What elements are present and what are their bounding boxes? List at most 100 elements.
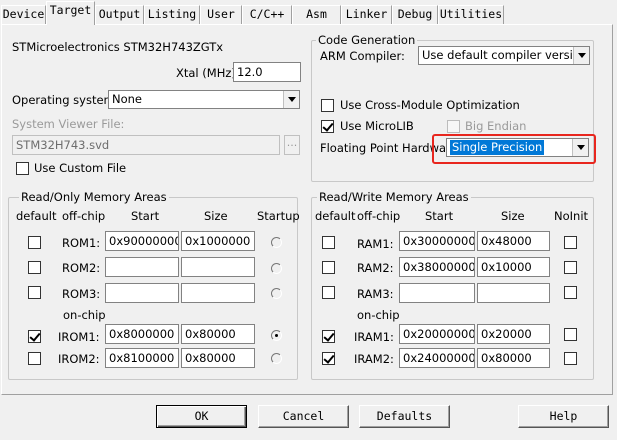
ram3-label: RAM3: <box>357 287 394 301</box>
compiler-label: ARM Compiler: <box>320 49 405 63</box>
cross-module-label: Use Cross-Module Optimization <box>340 98 520 112</box>
ro-header-default: default <box>16 209 57 223</box>
rom1-default-checkbox[interactable] <box>28 236 41 249</box>
rom2-start-input[interactable] <box>105 257 179 277</box>
device-name: STMicroelectronics STM32H743ZGTx <box>12 40 224 54</box>
rom1-startup-radio[interactable] <box>271 237 282 248</box>
rw-header-start: Start <box>425 209 454 223</box>
tab-debug[interactable]: Debug <box>392 5 438 24</box>
rom2-default-checkbox[interactable] <box>28 261 41 274</box>
irom1-startup-radio[interactable] <box>271 330 282 341</box>
chevron-down-icon[interactable] <box>283 91 299 108</box>
rw-header-offchip: off-chip <box>357 209 401 223</box>
irom2-start-input[interactable]: 0x8100000 <box>105 348 179 368</box>
rom3-startup-radio[interactable] <box>271 288 282 299</box>
svd-browse-button: ... <box>284 135 300 155</box>
iram2-default-checkbox[interactable] <box>322 352 335 365</box>
xtal-input[interactable]: 12.0 <box>233 62 301 82</box>
iram2-noinit-checkbox[interactable] <box>564 352 577 365</box>
rom3-start-input[interactable] <box>105 283 179 303</box>
irom1-label: IROM1: <box>58 330 100 344</box>
ram1-noinit-checkbox[interactable] <box>564 236 577 249</box>
iram2-start-input[interactable]: 0x24000000 <box>399 348 475 368</box>
ram2-noinit-checkbox[interactable] <box>564 261 577 274</box>
rw-header-default: default <box>315 209 356 223</box>
cross-module-checkbox[interactable] <box>321 99 334 112</box>
irom2-label: IROM2: <box>58 352 100 366</box>
svd-label: System Viewer File: <box>12 117 125 131</box>
ro-header-startup: Startup <box>257 209 300 223</box>
iram2-size-input[interactable]: 0x80000 <box>477 348 550 368</box>
tab-asm[interactable]: Asm <box>292 5 341 24</box>
ram2-start-input[interactable]: 0x38000000 <box>399 257 475 277</box>
iram1-size-input[interactable]: 0x20000 <box>477 324 550 344</box>
iram1-default-checkbox[interactable] <box>322 330 335 343</box>
chevron-down-icon[interactable] <box>573 47 589 64</box>
ram1-start-input[interactable]: 0x30000000 <box>399 231 475 251</box>
rom3-default-checkbox[interactable] <box>28 286 41 299</box>
rom1-size-input[interactable]: 0x1000000 <box>181 231 255 251</box>
tab-device[interactable]: Device <box>1 5 46 24</box>
ram1-default-checkbox[interactable] <box>322 236 335 249</box>
rw-header-size: Size <box>501 209 525 223</box>
microlib-label: Use MicroLIB <box>340 119 414 133</box>
irom2-startup-radio[interactable] <box>271 353 282 364</box>
rom3-label: ROM3: <box>62 287 101 301</box>
tab-output[interactable]: Output <box>95 5 144 24</box>
os-select[interactable]: None <box>108 90 300 109</box>
ram3-start-input[interactable] <box>399 283 475 303</box>
tab-user[interactable]: User <box>200 5 242 24</box>
iram1-start-input[interactable]: 0x20000000 <box>399 324 475 344</box>
irom1-default-checkbox[interactable] <box>28 330 41 343</box>
irom2-size-input[interactable]: 0x80000 <box>181 348 255 368</box>
rom1-label: ROM1: <box>62 236 101 250</box>
tab-linker[interactable]: Linker <box>341 5 392 24</box>
irom1-size-input[interactable]: 0x80000 <box>181 324 255 344</box>
os-label: Operating system: <box>12 93 119 107</box>
highlight-box <box>432 134 596 164</box>
use-custom-file-label: Use Custom File <box>34 161 127 175</box>
tab-listing[interactable]: Listing <box>144 5 200 24</box>
help-button[interactable]: Help <box>518 405 609 428</box>
rw-onchip-label: on-chip <box>357 308 400 322</box>
tab-bar: Device Target Output Listing User C/C++ … <box>0 0 617 25</box>
iram2-label: IRAM2: <box>354 352 394 366</box>
rom1-start-input[interactable]: 0x90000000 <box>105 231 179 251</box>
microlib-checkbox[interactable] <box>321 120 334 133</box>
xtal-label: Xtal (MHz): <box>176 66 240 80</box>
defaults-button[interactable]: Defaults <box>359 405 450 428</box>
use-custom-file-checkbox[interactable] <box>16 162 29 175</box>
ram3-default-checkbox[interactable] <box>322 286 335 299</box>
compiler-select[interactable]: Use default compiler version 5 <box>418 46 590 65</box>
ram2-default-checkbox[interactable] <box>322 261 335 274</box>
os-value: None <box>112 92 143 106</box>
rom2-label: ROM2: <box>62 261 101 275</box>
ro-memory-title: Read/Only Memory Areas <box>19 190 169 204</box>
big-endian-label: Big Endian <box>465 119 527 133</box>
ram3-size-input[interactable] <box>477 283 550 303</box>
compiler-value: Use default compiler version 5 <box>422 48 590 62</box>
iram1-label: IRAM1: <box>354 330 394 344</box>
rom2-startup-radio[interactable] <box>271 263 282 274</box>
rw-header-noinit: NoInit <box>554 209 589 223</box>
ram2-label: RAM2: <box>357 261 394 275</box>
iram1-noinit-checkbox[interactable] <box>564 328 577 341</box>
ro-header-offchip: off-chip <box>62 209 106 223</box>
svd-input: STM32H743.svd <box>12 135 280 155</box>
code-generation-title: Code Generation <box>316 33 418 47</box>
rom2-size-input[interactable] <box>181 257 255 277</box>
ram2-size-input[interactable]: 0x10000 <box>477 257 550 277</box>
irom2-default-checkbox[interactable] <box>28 352 41 365</box>
ram1-label: RAM1: <box>357 237 394 251</box>
tab-utilities[interactable]: Utilities <box>438 5 504 24</box>
ram1-size-input[interactable]: 0x48000 <box>477 231 550 251</box>
ram3-noinit-checkbox[interactable] <box>564 286 577 299</box>
ro-onchip-label: on-chip <box>63 308 106 322</box>
irom1-start-input[interactable]: 0x8000000 <box>105 324 179 344</box>
tab-c-cpp[interactable]: C/C++ <box>242 5 292 24</box>
rw-memory-title: Read/Write Memory Areas <box>317 190 471 204</box>
cancel-button[interactable]: Cancel <box>258 405 349 428</box>
rom3-size-input[interactable] <box>181 283 255 303</box>
tab-target[interactable]: Target <box>46 1 95 25</box>
ok-button[interactable]: OK <box>156 405 247 428</box>
